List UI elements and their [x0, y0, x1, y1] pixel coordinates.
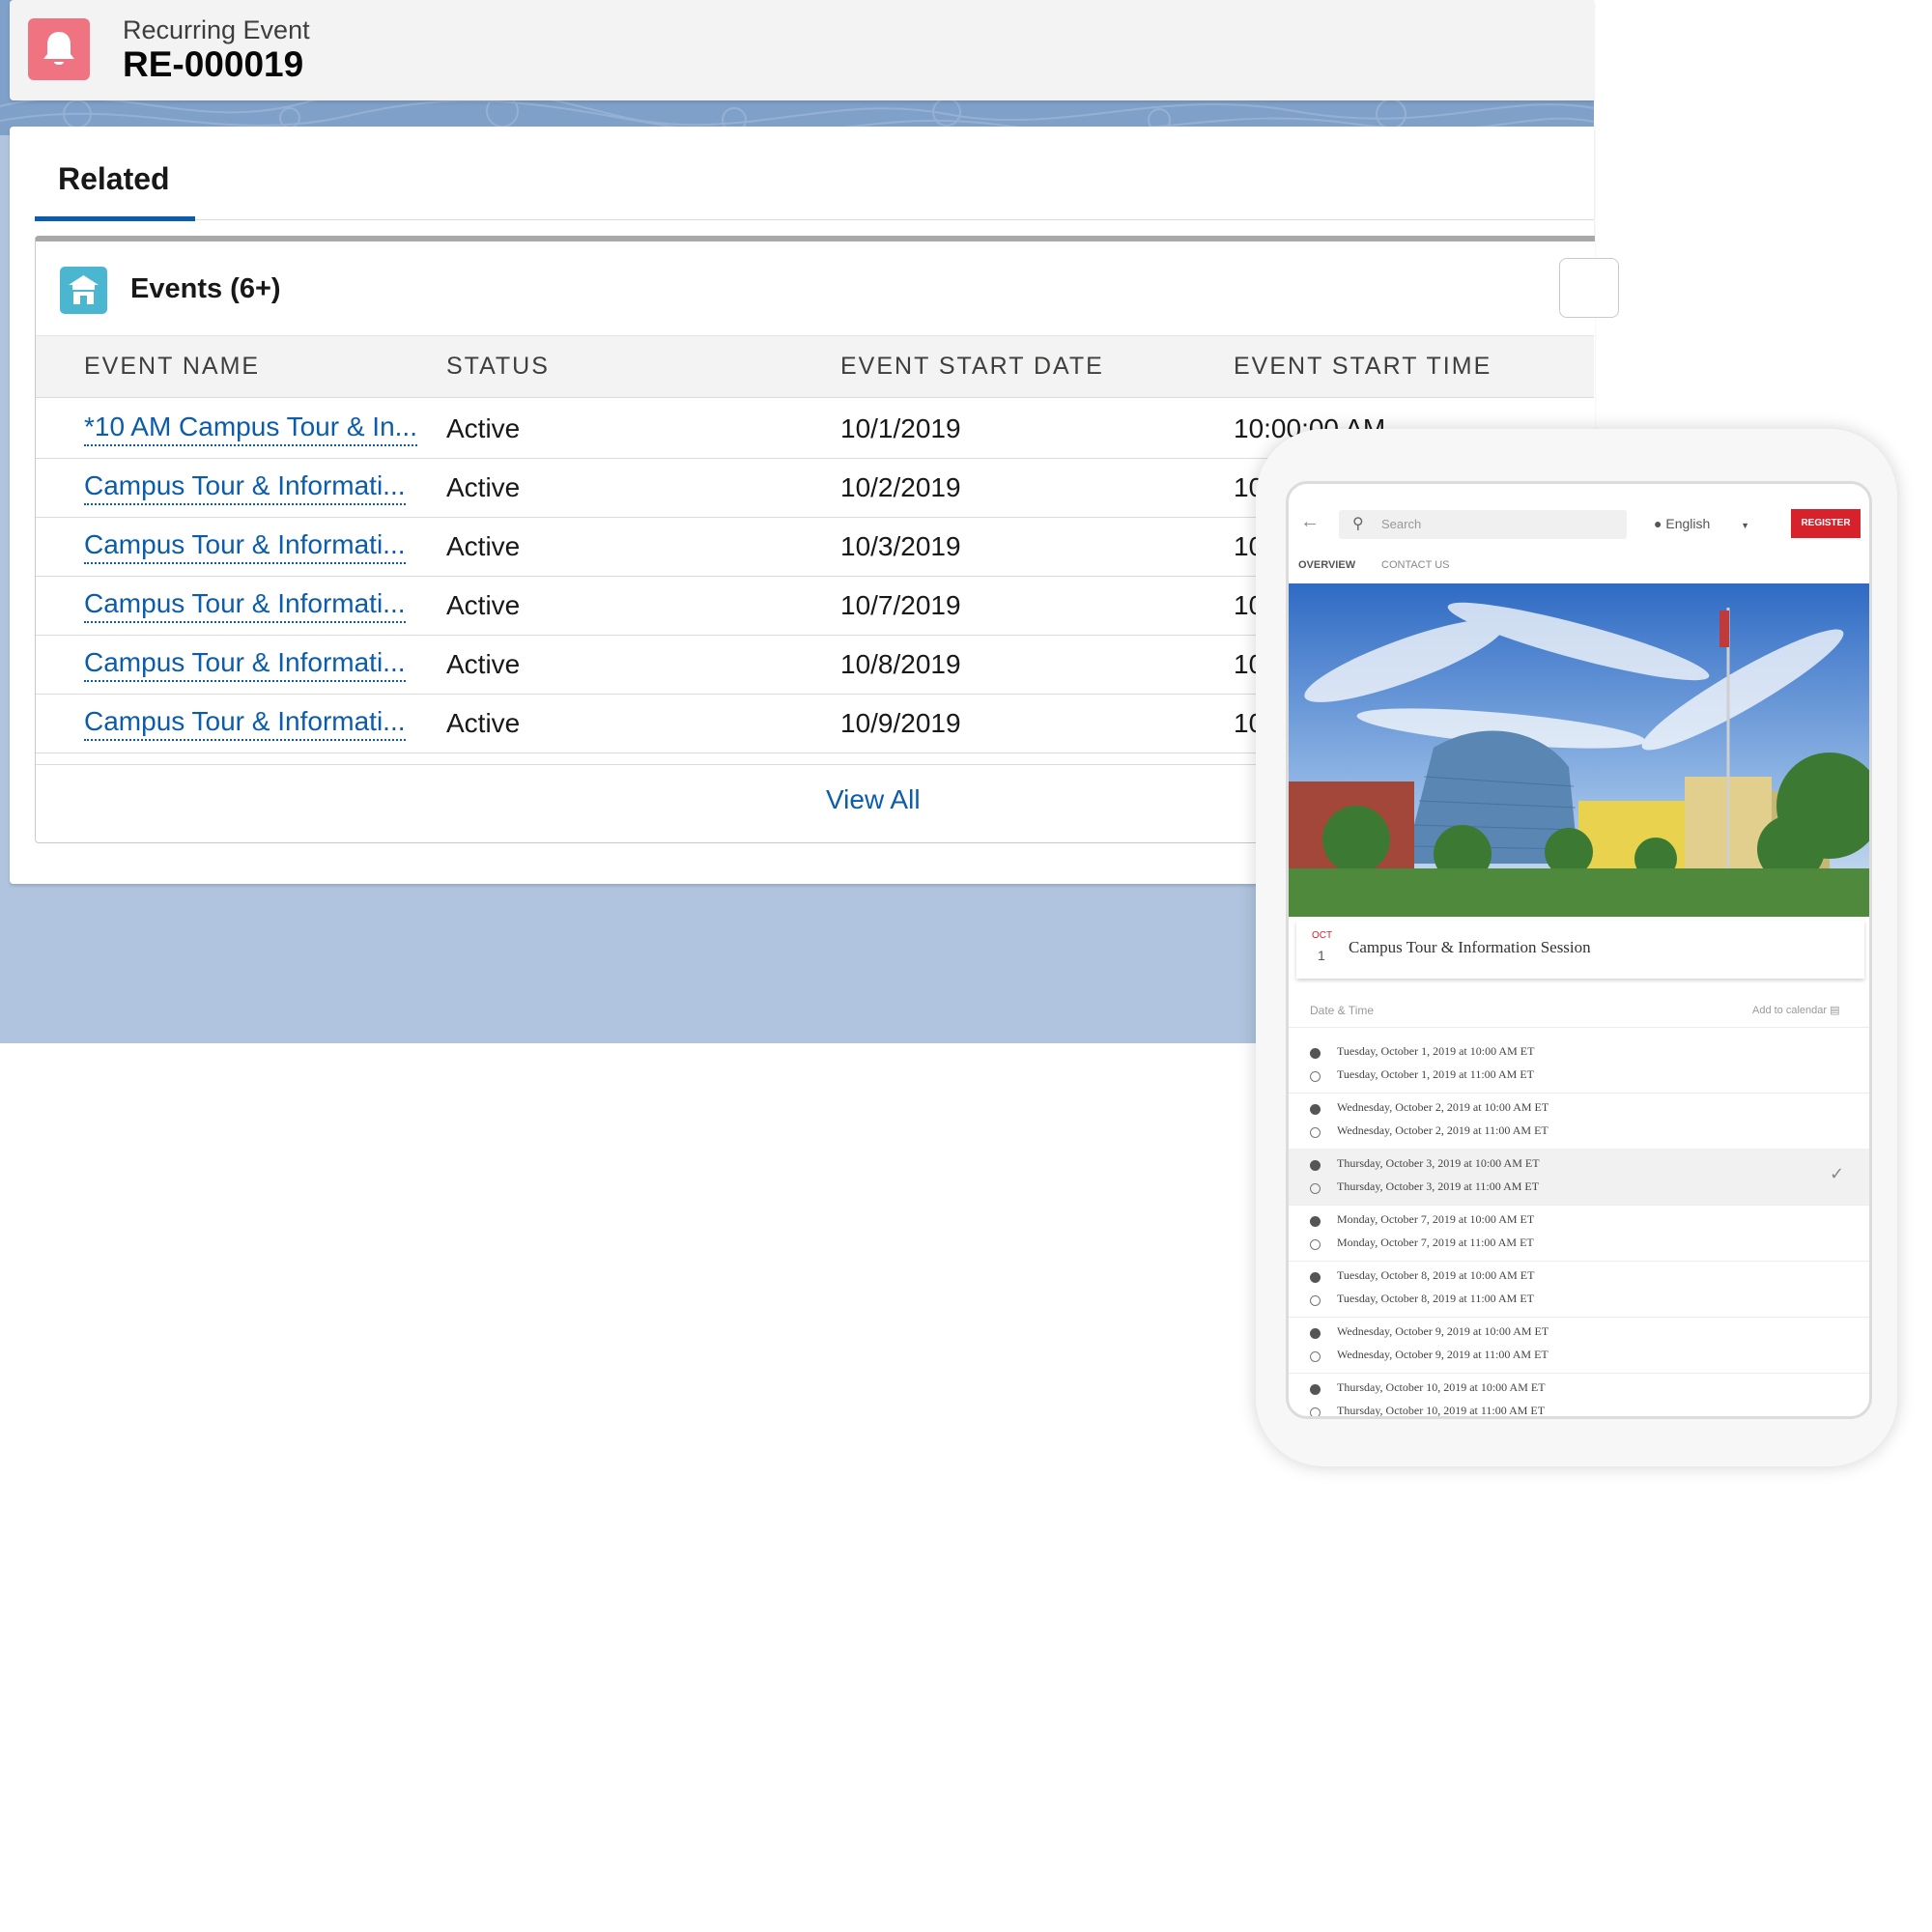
session-start: Monday, October 7, 2019 at 10:00 AM ET: [1337, 1212, 1535, 1226]
column-header-event-start-time[interactable]: EVENT START TIME: [1234, 353, 1492, 381]
session-option[interactable]: Wednesday, October 9, 2019 at 10:00 AM E…: [1289, 1317, 1869, 1373]
session-end: Tuesday, October 1, 2019 at 11:00 AM ET: [1337, 1067, 1534, 1081]
event-name-link[interactable]: Campus Tour & Informati...: [84, 529, 406, 564]
checkmark-icon: ✓: [1830, 1164, 1845, 1183]
end-dot-icon: [1310, 1127, 1321, 1138]
register-button[interactable]: REGISTER: [1791, 509, 1861, 538]
globe-icon: ●: [1654, 516, 1662, 531]
event-name-link[interactable]: Campus Tour & Informati...: [84, 588, 406, 623]
status-cell: Active: [446, 590, 521, 620]
session-end: Thursday, October 10, 2019 at 11:00 AM E…: [1337, 1404, 1546, 1417]
status-cell: Active: [446, 472, 521, 502]
session-option[interactable]: Monday, October 7, 2019 at 10:00 AM ET M…: [1289, 1205, 1869, 1261]
session-end: Wednesday, October 2, 2019 at 11:00 AM E…: [1337, 1123, 1548, 1137]
search-icon: ⚲: [1352, 516, 1364, 532]
tab-active-indicator: [35, 216, 195, 221]
start-dot-icon: [1310, 1048, 1321, 1059]
status-cell: Active: [446, 649, 521, 679]
event-summary-card: OCT 1 Campus Tour & Information Session: [1296, 921, 1864, 979]
event-icon: [69, 275, 99, 304]
start-dot-icon: [1310, 1272, 1321, 1283]
related-list-title[interactable]: Events (6+): [130, 273, 281, 305]
session-start: Thursday, October 10, 2019 at 10:00 AM E…: [1337, 1380, 1546, 1394]
event-day: 1: [1318, 948, 1325, 963]
record-type-icon: [28, 18, 90, 80]
start-date-cell: 10/1/2019: [840, 413, 961, 443]
start-dot-icon: [1310, 1160, 1321, 1171]
tab-related[interactable]: Related: [58, 161, 170, 197]
start-date-cell: 10/3/2019: [840, 531, 961, 561]
session-option[interactable]: Wednesday, October 2, 2019 at 10:00 AM E…: [1289, 1093, 1869, 1149]
session-end: Thursday, October 3, 2019 at 11:00 AM ET: [1337, 1179, 1540, 1193]
event-name-link[interactable]: Campus Tour & Informati...: [84, 706, 406, 741]
column-header-event-name[interactable]: EVENT NAME: [84, 353, 260, 381]
phone-tab-contact[interactable]: CONTACT US: [1381, 559, 1450, 571]
back-arrow-icon[interactable]: ←: [1300, 511, 1320, 533]
phone-search-input[interactable]: ⚲ Search: [1339, 510, 1627, 539]
session-option-selected[interactable]: Thursday, October 3, 2019 at 10:00 AM ET…: [1289, 1149, 1869, 1205]
section-divider: [1289, 1027, 1869, 1028]
start-date-cell: 10/9/2019: [840, 708, 961, 738]
session-option[interactable]: Tuesday, October 1, 2019 at 10:00 AM ET …: [1289, 1037, 1869, 1093]
event-name-link[interactable]: Campus Tour & Informati...: [84, 470, 406, 505]
tab-baseline: [35, 219, 1594, 220]
end-dot-icon: [1310, 1407, 1321, 1416]
column-header-status[interactable]: STATUS: [446, 353, 550, 381]
event-name-link[interactable]: *10 AM Campus Tour & In...: [84, 412, 417, 446]
event-title: Campus Tour & Information Session: [1349, 938, 1591, 956]
column-header-event-start-date[interactable]: EVENT START DATE: [840, 353, 1104, 381]
end-dot-icon: [1310, 1295, 1321, 1306]
add-to-calendar-link[interactable]: Add to calendar ▤: [1752, 1004, 1840, 1016]
session-start: Wednesday, October 2, 2019 at 10:00 AM E…: [1337, 1100, 1549, 1114]
language-label: English: [1665, 516, 1711, 531]
end-dot-icon: [1310, 1239, 1321, 1250]
start-dot-icon: [1310, 1384, 1321, 1395]
view-all-link[interactable]: View All: [826, 784, 921, 815]
end-dot-icon: [1310, 1071, 1321, 1082]
status-cell: Active: [446, 531, 521, 561]
date-time-label: Date & Time: [1310, 1004, 1375, 1017]
session-option[interactable]: Thursday, October 10, 2019 at 10:00 AM E…: [1289, 1373, 1869, 1417]
record-name: RE-000019: [123, 44, 304, 84]
session-end: Monday, October 7, 2019 at 11:00 AM ET: [1337, 1236, 1534, 1249]
start-dot-icon: [1310, 1328, 1321, 1339]
campus-photo: [1289, 583, 1869, 917]
status-cell: Active: [446, 413, 521, 443]
end-dot-icon: [1310, 1183, 1321, 1194]
phone-screen: ← ⚲ Search ● English ▼ REGISTER OVERVIEW…: [1286, 481, 1872, 1419]
phone-tab-overview[interactable]: OVERVIEW: [1298, 559, 1355, 571]
record-type-label: Recurring Event: [123, 15, 310, 44]
calendar-icon: ▤: [1830, 1005, 1840, 1016]
start-date-cell: 10/2/2019: [840, 472, 961, 502]
event-name-link[interactable]: Campus Tour & Informati...: [84, 647, 406, 682]
start-dot-icon: [1310, 1104, 1321, 1115]
session-start: Thursday, October 3, 2019 at 10:00 AM ET: [1337, 1156, 1540, 1170]
language-selector[interactable]: ● English ▼: [1654, 516, 1749, 531]
session-end: Tuesday, October 8, 2019 at 11:00 AM ET: [1337, 1292, 1534, 1305]
session-option[interactable]: Tuesday, October 8, 2019 at 10:00 AM ET …: [1289, 1261, 1869, 1317]
session-end: Wednesday, October 9, 2019 at 11:00 AM E…: [1337, 1348, 1548, 1361]
session-start: Wednesday, October 9, 2019 at 10:00 AM E…: [1337, 1324, 1549, 1338]
event-month: OCT: [1312, 930, 1333, 941]
add-to-calendar-label: Add to calendar: [1752, 1005, 1828, 1016]
end-dot-icon: [1310, 1351, 1321, 1362]
status-cell: Active: [446, 708, 521, 738]
start-date-cell: 10/8/2019: [840, 649, 961, 679]
session-start: Tuesday, October 1, 2019 at 10:00 AM ET: [1337, 1044, 1535, 1058]
phone-search-placeholder: Search: [1381, 517, 1422, 531]
start-date-cell: 10/7/2019: [840, 590, 961, 620]
session-start: Tuesday, October 8, 2019 at 10:00 AM ET: [1337, 1268, 1535, 1282]
bell-icon: [43, 32, 74, 65]
start-dot-icon: [1310, 1216, 1321, 1227]
related-list-action-button[interactable]: [1559, 258, 1619, 318]
chevron-down-icon: ▼: [1741, 521, 1750, 530]
events-list-icon: [60, 267, 107, 314]
